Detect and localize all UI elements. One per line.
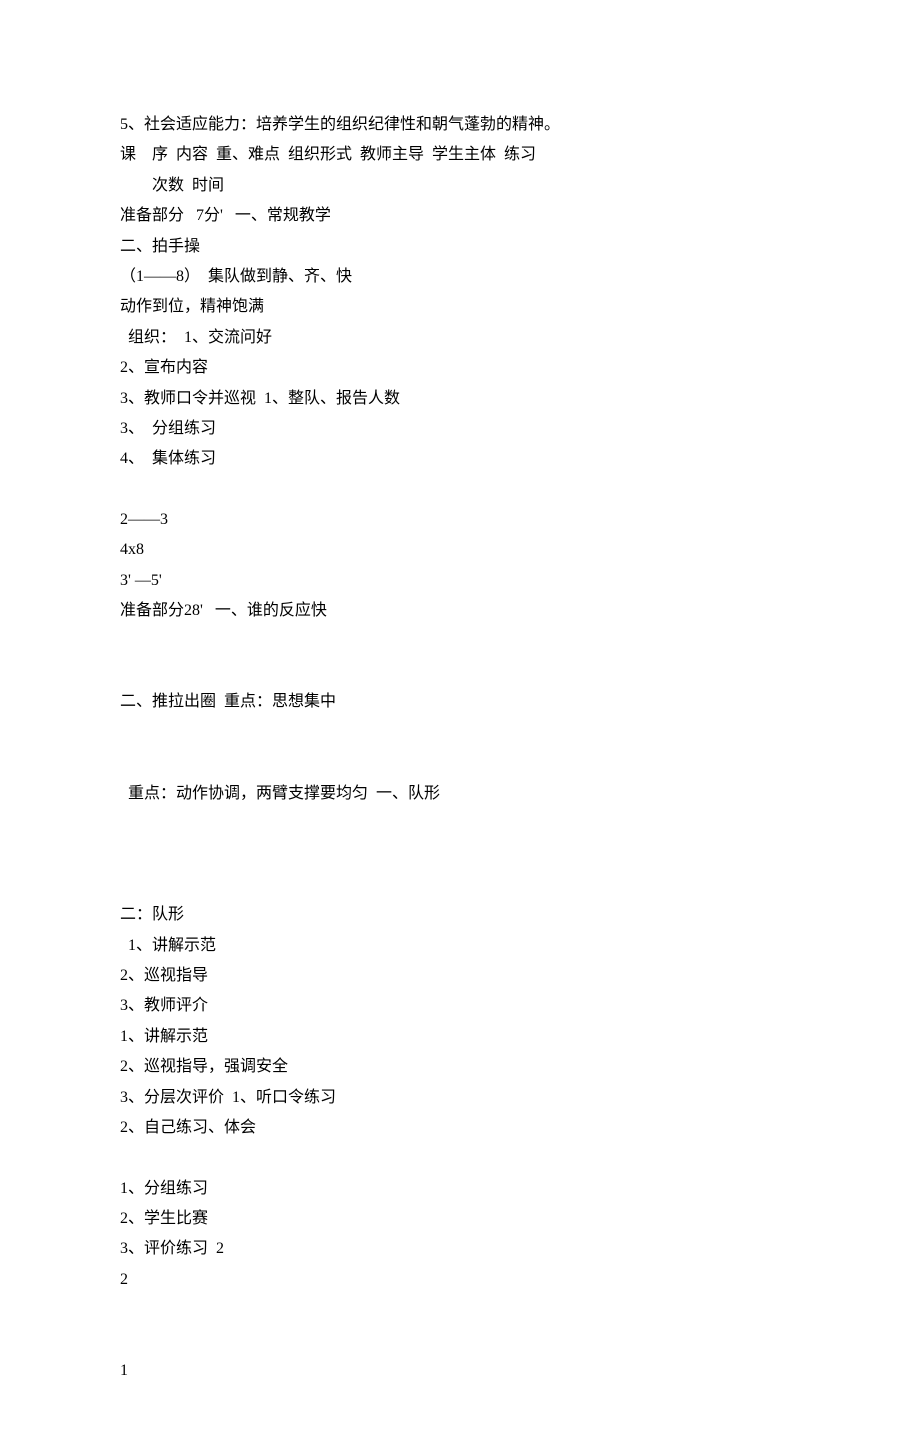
text-line: 2、自己练习、体会 xyxy=(120,1113,800,1143)
text-line: （1——8） 集队做到静、齐、快 xyxy=(120,262,800,292)
text-line: 组织： 1、交流问好 xyxy=(120,323,800,353)
text-line: 3、评价练习 2 xyxy=(120,1234,800,1264)
text-line: 1、讲解示范 xyxy=(120,931,800,961)
text-line: 准备部分28' 一、谁的反应快 xyxy=(120,596,800,626)
text-line: 重点：动作协调，两臂支撑要均匀 一、队形 xyxy=(120,779,800,809)
document-page: 5、社会适应能力：培养学生的组织纪律性和朝气蓬勃的精神。 课 序 内容 重、难点… xyxy=(0,0,920,1446)
text-line: 二：队形 xyxy=(120,900,800,930)
text-line: 2、宣布内容 xyxy=(120,353,800,383)
text-line: 1、分组练习 xyxy=(120,1174,800,1204)
text-line: 2——3 xyxy=(120,505,800,535)
text-line: 3' —5' xyxy=(120,566,800,596)
text-line: 3、分层次评价 1、听口令练习 xyxy=(120,1083,800,1113)
text-line: 二、推拉出圈 重点：思想集中 xyxy=(120,687,800,717)
text-line xyxy=(120,475,800,505)
text-line xyxy=(120,748,800,778)
text-line xyxy=(120,1326,800,1356)
text-line xyxy=(120,839,800,869)
text-line: 1、讲解示范 xyxy=(120,1022,800,1052)
text-line: 课 序 内容 重、难点 组织形式 教师主导 学生主体 练习 xyxy=(120,140,800,170)
text-line xyxy=(120,1295,800,1325)
text-line xyxy=(120,718,800,748)
text-line: 次数 时间 xyxy=(120,171,800,201)
text-line: 1 xyxy=(120,1356,800,1386)
text-line xyxy=(120,657,800,687)
text-line xyxy=(120,809,800,839)
text-line xyxy=(120,627,800,657)
text-line: 3、 分组练习 xyxy=(120,414,800,444)
text-line xyxy=(120,1143,800,1173)
text-line: 二、拍手操 xyxy=(120,232,800,262)
text-line: 准备部分 7分' 一、常规教学 xyxy=(120,201,800,231)
text-line: 2、巡视指导，强调安全 xyxy=(120,1052,800,1082)
text-line: 2、学生比赛 xyxy=(120,1204,800,1234)
text-line xyxy=(120,870,800,900)
text-line: 2 xyxy=(120,1265,800,1295)
text-line: 5、社会适应能力：培养学生的组织纪律性和朝气蓬勃的精神。 xyxy=(120,110,800,140)
text-line: 4、 集体练习 xyxy=(120,444,800,474)
text-line: 动作到位，精神饱满 xyxy=(120,292,800,322)
text-line: 2、巡视指导 xyxy=(120,961,800,991)
text-line: 3、教师口令并巡视 1、整队、报告人数 xyxy=(120,384,800,414)
text-line: 3、教师评介 xyxy=(120,991,800,1021)
text-line: 4x8 xyxy=(120,535,800,565)
